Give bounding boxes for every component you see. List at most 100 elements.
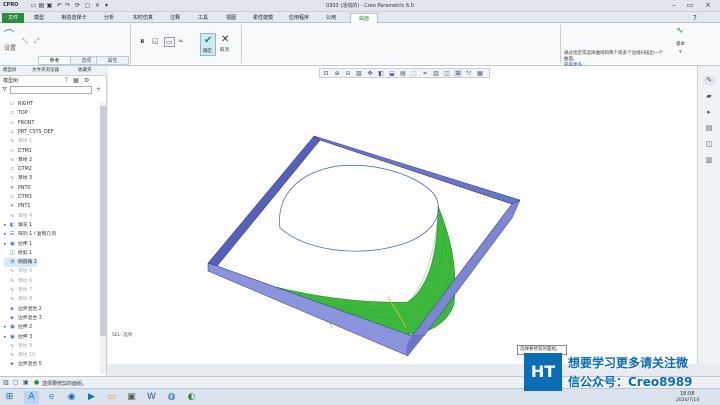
monitor-icon[interactable]: ▣ [124, 391, 139, 404]
tree-scrollbar-thumb[interactable] [100, 106, 106, 336]
app-icon-b[interactable]: ◍ [164, 391, 179, 404]
tree-item[interactable]: × PNT1 [4, 202, 30, 211]
tree-item[interactable]: ◈ 边界混合 2 [4, 305, 42, 314]
tree-filter-icon[interactable]: ⊤ [64, 77, 69, 84]
verify-icon[interactable]: ▭ [164, 37, 175, 47]
preview-icon[interactable]: ◱ [152, 37, 159, 45]
customize-icon[interactable]: ▾ [103, 2, 110, 9]
feature-icon: ▣ [10, 240, 15, 247]
tab-folder-browser[interactable]: 文件夹浏览器 [32, 67, 59, 75]
render-icon[interactable]: ▰ [703, 92, 715, 101]
new-icon[interactable]: ▭ [30, 2, 37, 9]
properties-icon[interactable]: ▥ [703, 156, 715, 165]
explorer-icon[interactable]: ◉ [64, 391, 79, 404]
appearance-icon[interactable]: ✎ [703, 76, 715, 85]
open-icon[interactable]: ▤ [38, 2, 45, 9]
tree-item[interactable]: ▱ DTM1 [4, 147, 32, 156]
tree-item[interactable]: ▱ FRONT [4, 119, 34, 128]
tab-references[interactable]: 参考 [38, 56, 71, 65]
tree-item[interactable]: ▸ ☰ 阵列 1 / 复制几何 [4, 230, 56, 239]
tree-item[interactable]: ∿ 草绘 4 [4, 212, 32, 221]
tree-item[interactable]: ∿ 草绘 5 [4, 267, 32, 276]
tree-item[interactable]: ▱ DTM2 [4, 165, 32, 174]
cancel-button[interactable]: ✕ 取消 [218, 33, 234, 56]
curve-icon[interactable]: ⤢ [34, 37, 40, 46]
tree-item[interactable]: ▸ ▣ 拉伸 2 [4, 323, 32, 332]
tree-item[interactable]: ∿ 草绘 1 [4, 137, 32, 146]
tree-scrollbar[interactable] [100, 102, 106, 374]
tree-item[interactable]: × PNT0 [4, 184, 30, 193]
tab-analysis[interactable]: 分析 [98, 13, 120, 23]
layers-icon[interactable]: ▤ [703, 124, 715, 133]
tab-flexible-modeling[interactable]: 柔性建模 [248, 13, 278, 23]
regenerate-icon[interactable]: ⟳ [74, 2, 81, 9]
help-icon[interactable]: ? [690, 13, 700, 23]
tab-tools[interactable]: 工具 [192, 13, 214, 23]
tab-properties[interactable]: 属性 [96, 56, 129, 65]
pause-icon[interactable]: ⏸ [140, 37, 145, 47]
tree-item[interactable]: ▸ ◧ 填充 1 [4, 221, 32, 230]
tree-item[interactable]: ∿ 草绘 8 [4, 295, 32, 304]
tab-favorites[interactable]: 收藏夹 [78, 67, 92, 75]
tab-file[interactable]: 文件 [2, 13, 24, 23]
basic-mode-icon[interactable]: ∿ [676, 26, 684, 36]
tree-item[interactable]: ◈ 边界混合 5 [4, 360, 42, 369]
model-render[interactable]: SEL: 选项 [108, 66, 697, 364]
graphics-viewport[interactable]: ⊡ ⊕ ⊖ ▨ ✥ ◧ ⬓ ▤ ⬚ ⌗ ▥ ◫ ⊞ ⤲ ▦ SEL: 选项 [108, 66, 697, 364]
tree-columns-icon[interactable]: ▦ [73, 77, 79, 84]
highlight-icon[interactable]: ▸ [703, 108, 715, 117]
ok-button[interactable]: ✔ 确定 [200, 33, 216, 56]
tab-manufacturing[interactable]: 制造选择卡 [56, 13, 92, 23]
tree-item[interactable]: ◫ 修剪 1 [4, 249, 32, 258]
model-tree-toggle-icon[interactable]: ▥ [3, 379, 9, 386]
glasses-icon[interactable]: ∞ [178, 37, 184, 45]
feature-icon: ∿ [10, 287, 15, 293]
folder-icon[interactable]: ▭ [104, 391, 119, 404]
close-button[interactable]: × [702, 1, 714, 10]
tree-item[interactable]: ▱ TOP [4, 109, 28, 118]
tree-item[interactable]: ▱ DTM3 [4, 193, 32, 202]
creo-icon[interactable]: ◐ [184, 391, 199, 404]
edge-icon[interactable]: ⤡ [22, 37, 28, 46]
sections-icon[interactable]: ◫ [703, 140, 715, 149]
minimize-button[interactable]: – [668, 1, 680, 10]
tree-search-input[interactable] [10, 86, 92, 94]
media-icon[interactable]: ▶ [84, 391, 99, 404]
save-icon[interactable]: ▣ [46, 2, 53, 9]
add-icon[interactable]: + [96, 86, 101, 93]
tree-item[interactable]: ▱ RIGHT [4, 100, 33, 109]
tab-model-tree[interactable]: 模型树 [3, 67, 17, 75]
tab-surface[interactable]: 曲面 [350, 13, 378, 23]
browser-toggle-icon[interactable]: ▢ [13, 379, 19, 386]
word-icon[interactable]: W [144, 391, 159, 404]
app-icon-a[interactable]: A [24, 391, 39, 404]
start-icon[interactable]: ⊞ [2, 391, 17, 404]
chevron-down-icon[interactable]: ▾ [679, 49, 682, 55]
tree-item[interactable]: ∿ 草绘 7 [4, 286, 32, 295]
tree-item[interactable]: ∿ 草绘 6 [4, 277, 32, 286]
window-icon[interactable]: ▢ [84, 2, 91, 9]
tree-item[interactable]: ◈ 边界混合 3 [4, 314, 42, 323]
tree-item[interactable]: ◔ 倒圆角 2 [4, 258, 37, 268]
tree-item[interactable]: ∿ 草绘 2 [4, 156, 32, 165]
close-window-icon[interactable]: × [94, 2, 101, 9]
tab-applications[interactable]: 应用程序 [284, 13, 314, 23]
tab-common[interactable]: 公用 [320, 13, 342, 23]
tab-model[interactable]: 模型 [28, 13, 50, 23]
tree-item[interactable]: ∿ 草绘 9 [4, 342, 32, 351]
tab-view[interactable]: 视图 [220, 13, 242, 23]
tree-item[interactable]: ▸ ▣ 拉伸 3 [4, 333, 32, 342]
tree-item[interactable]: ∿ 草绘 3 [4, 174, 32, 183]
maximize-button[interactable]: ▭ [684, 1, 696, 10]
tree-item[interactable]: ⊥ PRT_CSYS_DEF [4, 128, 53, 137]
tab-simulation[interactable]: 实时仿真 [126, 13, 160, 23]
tab-annotate[interactable]: 注释 [164, 13, 186, 23]
browser-icon[interactable]: e [44, 391, 59, 404]
undo-icon[interactable]: ↶ [56, 2, 63, 9]
tree-settings-icon[interactable]: ⚙ [84, 77, 89, 84]
tree-item[interactable]: ▸ ▣ 拉伸 1 [4, 240, 32, 249]
redo-icon[interactable]: ↷ [64, 2, 71, 9]
fullscreen-icon[interactable]: ▣ [23, 379, 29, 386]
tree-item[interactable]: ∿ 草绘 10 [4, 351, 35, 360]
filter-icon[interactable]: ⛛ [2, 86, 7, 94]
